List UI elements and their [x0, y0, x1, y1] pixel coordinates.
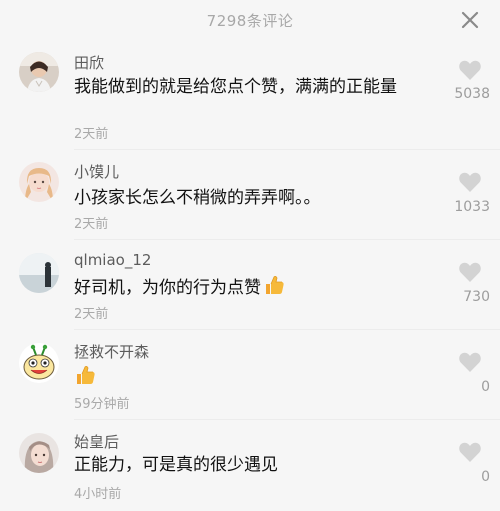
comment-time: 59分钟前 [74, 397, 130, 412]
like-count: 5038 [454, 86, 490, 102]
like-count: 0 [481, 469, 490, 485]
comment-username[interactable]: 田欣 [74, 52, 104, 73]
comment-item: 始皇后 正能力，可是真的很少遇见 4小时前 0 [0, 420, 500, 511]
thumbs-up-emoji-icon [74, 364, 96, 393]
comment-item: 拯救不开森 59分钟前 0 [0, 330, 500, 420]
comment-text: 我能做到的就是给您点个赞，满满的正能量 [74, 77, 397, 97]
comment-text [74, 364, 434, 393]
thumbs-up-emoji-icon [263, 274, 285, 303]
comment-count-title: 7298条评论 [206, 12, 294, 30]
like-count: 0 [481, 379, 490, 395]
heart-icon[interactable] [458, 59, 482, 81]
comment-username[interactable]: 小馍儿 [74, 161, 119, 182]
comment-time: 2天前 [74, 217, 109, 232]
comment-time: 2天前 [74, 307, 109, 322]
avatar[interactable] [19, 343, 59, 383]
avatar[interactable] [19, 162, 59, 202]
heart-icon[interactable] [458, 171, 482, 193]
avatar[interactable] [19, 52, 59, 92]
comment-text: 小孩家长怎么不稍微的弄弄啊。。 [74, 188, 321, 208]
comment-text: 好司机，为你的行为点赞 [74, 274, 434, 303]
comment-username[interactable]: qlmiao_12 [74, 251, 151, 269]
comment-item: qlmiao_12 好司机，为你的行为点赞 2天前 730 [0, 240, 500, 330]
heart-icon[interactable] [458, 351, 482, 373]
comment-item: 田欣 我能做到的就是给您点个赞，满满的正能量 2天前 5038 [0, 44, 500, 150]
comment-username[interactable]: 拯救不开森 [74, 341, 149, 362]
comment-username[interactable]: 始皇后 [74, 431, 119, 452]
comment-time: 4小时前 [74, 487, 122, 502]
comment-item: 小馍儿 小孩家长怎么不稍微的弄弄啊。。 2天前 1033 [0, 150, 500, 240]
heart-icon[interactable] [458, 441, 482, 463]
close-icon[interactable] [458, 8, 482, 32]
comment-time: 2天前 [74, 127, 109, 142]
like-count: 1033 [454, 199, 490, 215]
comment-text-body: 好司机，为你的行为点赞 [74, 278, 261, 298]
avatar[interactable] [19, 433, 59, 473]
comments-header: 7298条评论 [0, 0, 500, 40]
comment-text: 正能力，可是真的很少遇见 [74, 455, 278, 475]
like-count: 730 [463, 289, 490, 305]
heart-icon[interactable] [458, 261, 482, 283]
avatar[interactable] [19, 253, 59, 293]
